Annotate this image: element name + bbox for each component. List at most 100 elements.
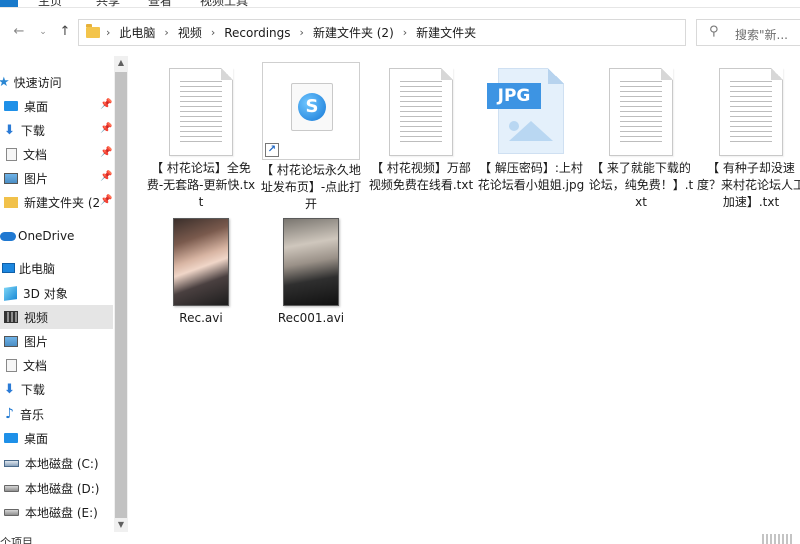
system-drive-icon	[4, 459, 19, 467]
video-thumbnail	[283, 218, 339, 306]
text-file-icon	[609, 68, 673, 156]
file-thumbnail: JPG	[487, 64, 564, 158]
file-item[interactable]: Rec.avi	[146, 216, 256, 327]
sidebar-item-quick-access[interactable]: ★ 快速访问	[0, 70, 113, 94]
file-item[interactable]: 【 有种子却没速度？来村花论坛人工加速】.txt	[696, 64, 800, 211]
file-list: 【 村花论坛】全免费-无套路-更新快.txt S ↗ 【 村花论坛永久地址发布页…	[130, 56, 800, 532]
file-name: Rec001.avi	[277, 311, 345, 325]
pin-icon[interactable]: 📌	[100, 99, 112, 110]
breadcrumb-new-folder-2[interactable]: 新建文件夹 (2)	[313, 24, 394, 41]
sidebar-item-drive-d[interactable]: 本地磁盘 (D:)	[0, 476, 113, 500]
scroll-up-icon[interactable]: ▲	[114, 56, 128, 70]
sidebar-item-downloads-pc[interactable]: ⬇ 下载	[0, 377, 113, 401]
pin-icon[interactable]: 📌	[100, 123, 112, 134]
tab-home[interactable]: 主页	[38, 0, 62, 7]
cloud-icon	[0, 231, 16, 241]
sidebar-item-desktop[interactable]: 桌面 📌	[0, 94, 113, 118]
sidebar-item-downloads[interactable]: ⬇ 下载 📌	[0, 118, 113, 142]
up-arrow-icon[interactable]: ↑	[56, 22, 74, 42]
ribbon: 主页 共享 查看 视频工具	[0, 0, 800, 8]
scroll-thumb[interactable]	[115, 72, 127, 518]
breadcrumb: › 此电脑 › 视频 › Recordings › 新建文件夹 (2) › 新建…	[79, 20, 476, 45]
sidebar-item-label: 本地磁盘 (E:)	[25, 505, 98, 520]
document-icon	[6, 358, 17, 372]
file-name: 【 村花论坛永久地址发布页】-点此打开	[260, 163, 362, 211]
search-placeholder: 搜索"新...	[735, 28, 788, 42]
navigation-scrollbar[interactable]: ▲ ▼	[114, 56, 128, 532]
sidebar-item-drive-e[interactable]: 本地磁盘 (E:)	[0, 500, 113, 524]
sidebar-item-new-folder-2[interactable]: 新建文件夹 (2 📌	[0, 190, 113, 214]
sidebar-item-pictures[interactable]: 图片 📌	[0, 166, 113, 190]
breadcrumb-videos[interactable]: 视频	[178, 24, 202, 41]
sidebar-item-desktop-pc[interactable]: 桌面	[0, 426, 113, 450]
breadcrumb-new-folder[interactable]: 新建文件夹	[416, 24, 476, 41]
breadcrumb-separator-icon[interactable]: ›	[164, 26, 168, 39]
scroll-down-icon[interactable]: ▼	[114, 518, 128, 532]
address-bar[interactable]: › 此电脑 › 视频 › Recordings › 新建文件夹 (2) › 新建…	[78, 19, 752, 46]
file-name: 【 来了就能下载的论坛，纯免费！】.txt	[588, 161, 694, 209]
sidebar-item-pictures-pc[interactable]: 图片	[0, 329, 113, 353]
search-icon: ⚲	[709, 24, 719, 39]
navigation-pane: ★ 快速访问 桌面 📌 ⬇ 下载 📌 文档 📌 图片 📌 新建文件夹 (2 📌 …	[0, 56, 113, 532]
sidebar-item-this-pc[interactable]: 此电脑	[0, 256, 113, 280]
recent-chevron-icon[interactable]: ⌄	[34, 22, 52, 42]
file-thumbnail	[169, 64, 233, 158]
pin-icon[interactable]: 📌	[100, 171, 112, 182]
file-item[interactable]: 【 村花论坛】全免费-无套路-更新快.txt	[146, 64, 256, 211]
desktop-icon	[4, 101, 18, 111]
music-icon: ♪	[5, 406, 14, 422]
sidebar-item-label: 视频	[24, 310, 49, 325]
breadcrumb-separator-icon[interactable]: ›	[106, 26, 110, 39]
sidebar-item-videos[interactable]: 视频	[0, 305, 113, 329]
tab-video-tools[interactable]: 视频工具	[200, 0, 248, 7]
download-icon: ⬇	[4, 381, 15, 397]
sidebar-item-label: OneDrive	[18, 229, 75, 243]
file-tab[interactable]	[0, 0, 18, 7]
sidebar-item-drive-c[interactable]: 本地磁盘 (C:)	[0, 451, 113, 475]
file-thumbnail: S ↗	[262, 62, 360, 160]
sidebar-item-music[interactable]: ♪ 音乐	[0, 402, 113, 426]
file-thumbnail	[609, 64, 673, 158]
file-name: 【 有种子却没速度？来村花论坛人工加速】.txt	[696, 161, 800, 209]
breadcrumb-separator-icon[interactable]: ›	[211, 26, 215, 39]
3d-objects-icon	[4, 285, 17, 301]
file-item[interactable]: 【 村花视频】万部视频免费在线看.txt	[366, 64, 476, 194]
breadcrumb-this-pc[interactable]: 此电脑	[119, 24, 155, 41]
tab-view[interactable]: 查看	[148, 0, 172, 7]
breadcrumb-recordings[interactable]: Recordings	[224, 26, 290, 40]
sidebar-item-label: 3D 对象	[23, 286, 68, 301]
sidebar-item-label: 快速访问	[13, 75, 62, 90]
sidebar-item-label: 音乐	[19, 407, 44, 422]
document-icon	[6, 147, 17, 161]
view-toggle-icon[interactable]	[762, 534, 792, 544]
sidebar-item-3d-objects[interactable]: 3D 对象	[0, 281, 113, 305]
breadcrumb-separator-icon[interactable]: ›	[300, 26, 304, 39]
sidebar-item-onedrive[interactable]: OneDrive	[0, 224, 113, 248]
file-item[interactable]: Rec001.avi	[256, 216, 366, 327]
sidebar-item-documents[interactable]: 文档 📌	[0, 142, 113, 166]
navigation-bar: ← ⌄ ↑ › 此电脑 › 视频 › Recordings › 新建文件夹 (2…	[0, 14, 800, 50]
sidebar-item-label: 图片	[24, 171, 49, 186]
drive-icon	[4, 508, 19, 516]
tab-share[interactable]: 共享	[96, 0, 120, 7]
star-icon: ★	[0, 74, 10, 90]
video-icon	[4, 311, 18, 323]
file-item[interactable]: 【 来了就能下载的论坛，纯免费！】.txt	[586, 64, 696, 211]
search-box[interactable]: ⚲ 搜索"新...	[696, 19, 800, 46]
sidebar-item-label: 此电脑	[19, 261, 56, 276]
pin-icon[interactable]: 📌	[100, 195, 112, 206]
sidebar-item-documents-pc[interactable]: 文档	[0, 353, 113, 377]
text-file-icon	[169, 68, 233, 156]
breadcrumb-separator-icon[interactable]: ›	[403, 26, 407, 39]
sidebar-item-label: 下载	[20, 123, 45, 138]
desktop-icon	[4, 433, 18, 443]
file-item[interactable]: S ↗ 【 村花论坛永久地址发布页】-点此打开	[256, 62, 366, 213]
back-arrow-icon[interactable]: ←	[10, 22, 28, 42]
sidebar-item-label: 桌面	[24, 99, 49, 114]
file-item[interactable]: JPG 【 解压密码】:上村花论坛看小姐姐.jpg	[476, 64, 586, 194]
sidebar-item-label: 本地磁盘 (C:)	[25, 456, 99, 471]
pin-icon[interactable]: 📌	[100, 147, 112, 158]
internet-shortcut-icon: S ↗	[262, 62, 360, 160]
download-icon: ⬇	[4, 122, 15, 138]
file-name: Rec.avi	[179, 311, 223, 325]
